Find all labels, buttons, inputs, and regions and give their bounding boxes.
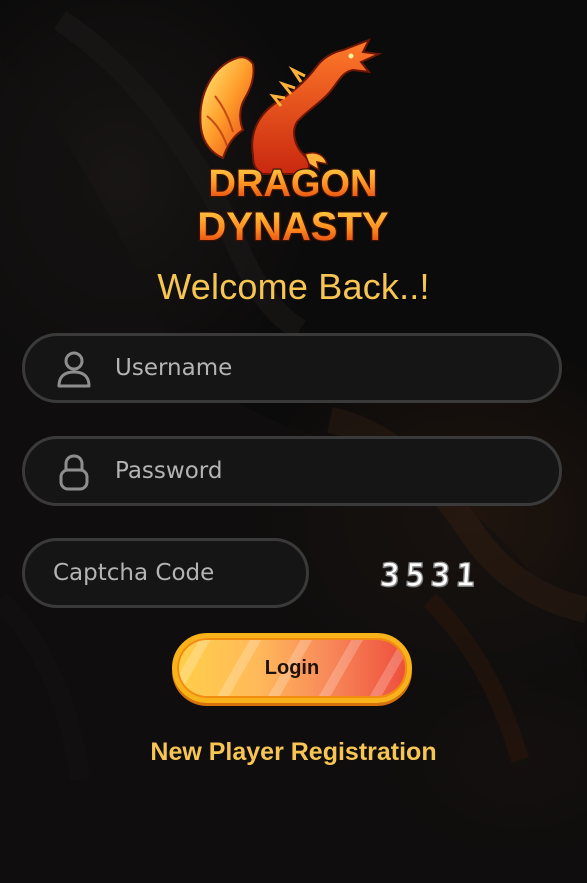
username-field[interactable] (22, 333, 562, 403)
logo-wordmark: DRAGON DYNASTY (196, 162, 390, 248)
captcha-code-image: 3531 (378, 555, 483, 594)
new-player-registration-link[interactable]: New Player Registration (0, 738, 587, 767)
login-button[interactable]: Login (172, 633, 412, 703)
password-input[interactable] (25, 439, 559, 503)
login-button-label: Login (264, 656, 320, 679)
username-input[interactable] (25, 336, 559, 400)
dragon-dynasty-logo: DRAGON DYNASTY (193, 36, 393, 248)
svg-text:DYNASTY: DYNASTY (197, 205, 388, 248)
login-page: DRAGON DYNASTY Welcome Back..! 3531 Logi… (0, 0, 587, 883)
dragon-logo-icon (199, 38, 383, 175)
captcha-input[interactable] (25, 541, 306, 605)
svg-text:DRAGON: DRAGON (209, 163, 378, 205)
captcha-field[interactable] (22, 538, 309, 608)
password-field[interactable] (22, 436, 562, 506)
welcome-heading: Welcome Back..! (157, 266, 430, 307)
